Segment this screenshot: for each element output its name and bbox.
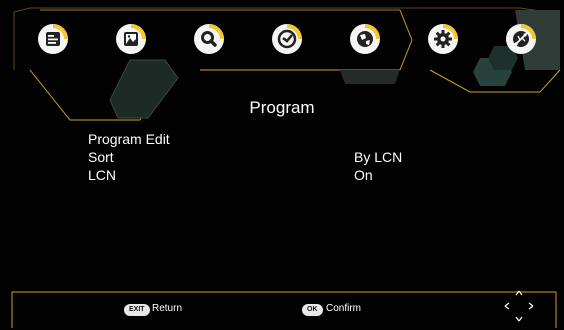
confirm-hint-label: Confirm [326,303,362,314]
settings-menu-list: Program Edit Sort By LCN LCN On [88,130,468,184]
tv-menu-screen: Program Program Edit Sort By LCN LCN On … [0,0,564,330]
menu-item-value: On [354,167,373,183]
channel-list-icon[interactable] [36,22,70,56]
main-menu-icon-bar [0,0,564,90]
ok-key-badge: OK [302,304,323,316]
exit-key-badge: EXIT [124,304,150,316]
search-icon[interactable] [192,22,226,56]
menu-item-label: Sort [88,149,114,165]
menu-item-label: LCN [88,167,117,183]
menu-item-label: Program Edit [88,131,170,147]
picture-icon[interactable] [114,22,148,56]
menu-item-program-edit[interactable]: Program Edit [88,130,468,148]
settings-gear-icon[interactable] [426,22,460,56]
clock-icon[interactable] [270,22,304,56]
direction-pad-icon [504,290,534,322]
globe-icon[interactable] [348,22,382,56]
usb-icon[interactable] [504,22,538,56]
page-title: Program [249,98,315,117]
menu-item-lcn[interactable]: LCN On [88,166,468,184]
menu-item-sort[interactable]: Sort By LCN [88,148,468,166]
menu-item-value: By LCN [354,149,403,165]
return-hint-label: Return [152,303,183,314]
footer-hint-bar: EXIT Return OK Confirm [12,287,556,327]
